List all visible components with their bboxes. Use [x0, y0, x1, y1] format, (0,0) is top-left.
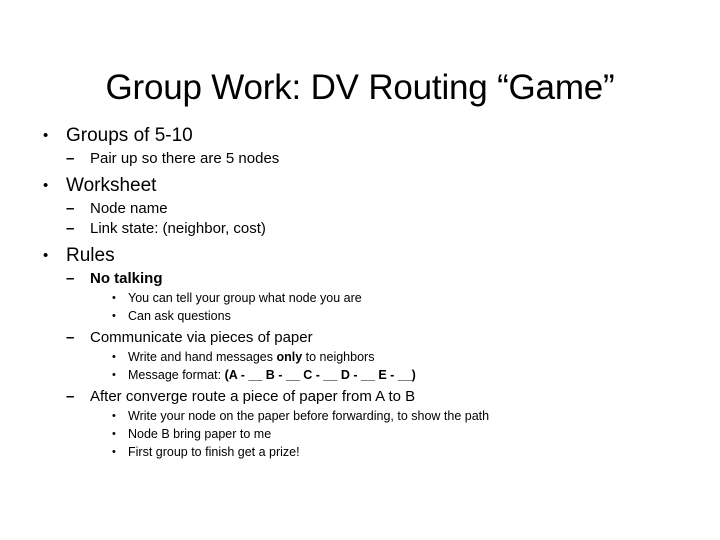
- slide-canvas: Group Work: DV Routing “Game” • Groups o…: [0, 0, 720, 540]
- dash-icon: –: [66, 388, 75, 405]
- list-item[interactable]: – Link state: (neighbor, cost): [36, 219, 686, 239]
- outline-text: Pair up so there are 5 nodes: [90, 150, 280, 167]
- page-title: Group Work: DV Routing “Game”: [105, 68, 615, 108]
- dash-icon: –: [66, 220, 75, 237]
- outline-text: Communicate via pieces of paper: [90, 329, 313, 346]
- outline-sublist: – Node name – Link state: (neighbor, cos…: [36, 199, 686, 239]
- outline-text: Worksheet: [66, 175, 157, 196]
- outline-sublist: • Write and hand messages only to neighb…: [36, 348, 686, 384]
- list-item[interactable]: • Rules: [36, 244, 686, 268]
- list-item[interactable]: • Write your node on the paper before fo…: [36, 407, 686, 425]
- list-item[interactable]: • Groups of 5-10: [36, 124, 686, 148]
- outline-text: Groups of 5-10: [66, 125, 193, 146]
- bullet-icon: •: [112, 428, 116, 440]
- list-item[interactable]: – No talking: [36, 269, 686, 289]
- list-item[interactable]: • First group to finish get a prize!: [36, 443, 686, 461]
- list-item[interactable]: • You can tell your group what node you …: [36, 289, 686, 307]
- dash-icon: –: [66, 150, 75, 167]
- bullet-icon: •: [112, 351, 116, 363]
- bullet-icon: •: [112, 310, 116, 322]
- list-item[interactable]: – After converge route a piece of paper …: [36, 387, 686, 407]
- list-item[interactable]: – Communicate via pieces of paper: [36, 328, 686, 348]
- outline-text: Node B bring paper to me: [128, 427, 272, 441]
- outline-text: Can ask questions: [128, 309, 231, 323]
- list-item[interactable]: • Can ask questions: [36, 307, 686, 325]
- outline-sublist: – Pair up so there are 5 nodes: [36, 149, 686, 169]
- list-item[interactable]: – Pair up so there are 5 nodes: [36, 149, 686, 169]
- outline-text: First group to finish get a prize!: [128, 445, 300, 459]
- outline-sublist: – No talking • You can tell your group w…: [36, 269, 686, 461]
- outline-text: Node name: [90, 200, 168, 217]
- outline-text: Write your node on the paper before forw…: [128, 409, 490, 423]
- list-item[interactable]: • Write and hand messages only to neighb…: [36, 348, 686, 366]
- bullet-icon: •: [43, 247, 49, 264]
- bullet-icon: •: [43, 127, 49, 144]
- outline-text: Link state: (neighbor, cost): [90, 220, 266, 237]
- outline-text: Rules: [66, 245, 115, 266]
- bullet-icon: •: [112, 446, 116, 458]
- bullet-icon: •: [112, 410, 116, 422]
- outline-sublist: • You can tell your group what node you …: [36, 289, 686, 325]
- dash-icon: –: [66, 200, 75, 217]
- list-item[interactable]: • Worksheet: [36, 174, 686, 198]
- bullet-icon: •: [43, 177, 49, 194]
- slide-body: • Groups of 5-10 – Pair up so there are …: [36, 124, 686, 461]
- list-item[interactable]: • Message format: (A - __ B - __ C - __ …: [36, 366, 686, 384]
- outline-list: • Groups of 5-10 – Pair up so there are …: [36, 124, 686, 461]
- bullet-icon: •: [112, 292, 116, 304]
- bullet-icon: •: [112, 369, 116, 381]
- list-item[interactable]: – Node name: [36, 199, 686, 219]
- outline-sublist: • Write your node on the paper before fo…: [36, 407, 686, 461]
- outline-text: Write and hand messages only to neighbor…: [128, 350, 375, 364]
- outline-text: Message format: (A - __ B - __ C - __ D …: [128, 368, 416, 382]
- outline-text: You can tell your group what node you ar…: [128, 291, 362, 305]
- outline-text: No talking: [90, 270, 163, 287]
- outline-text: After converge route a piece of paper fr…: [90, 388, 416, 405]
- list-item[interactable]: • Node B bring paper to me: [36, 425, 686, 443]
- dash-icon: –: [66, 270, 75, 287]
- dash-icon: –: [66, 329, 75, 346]
